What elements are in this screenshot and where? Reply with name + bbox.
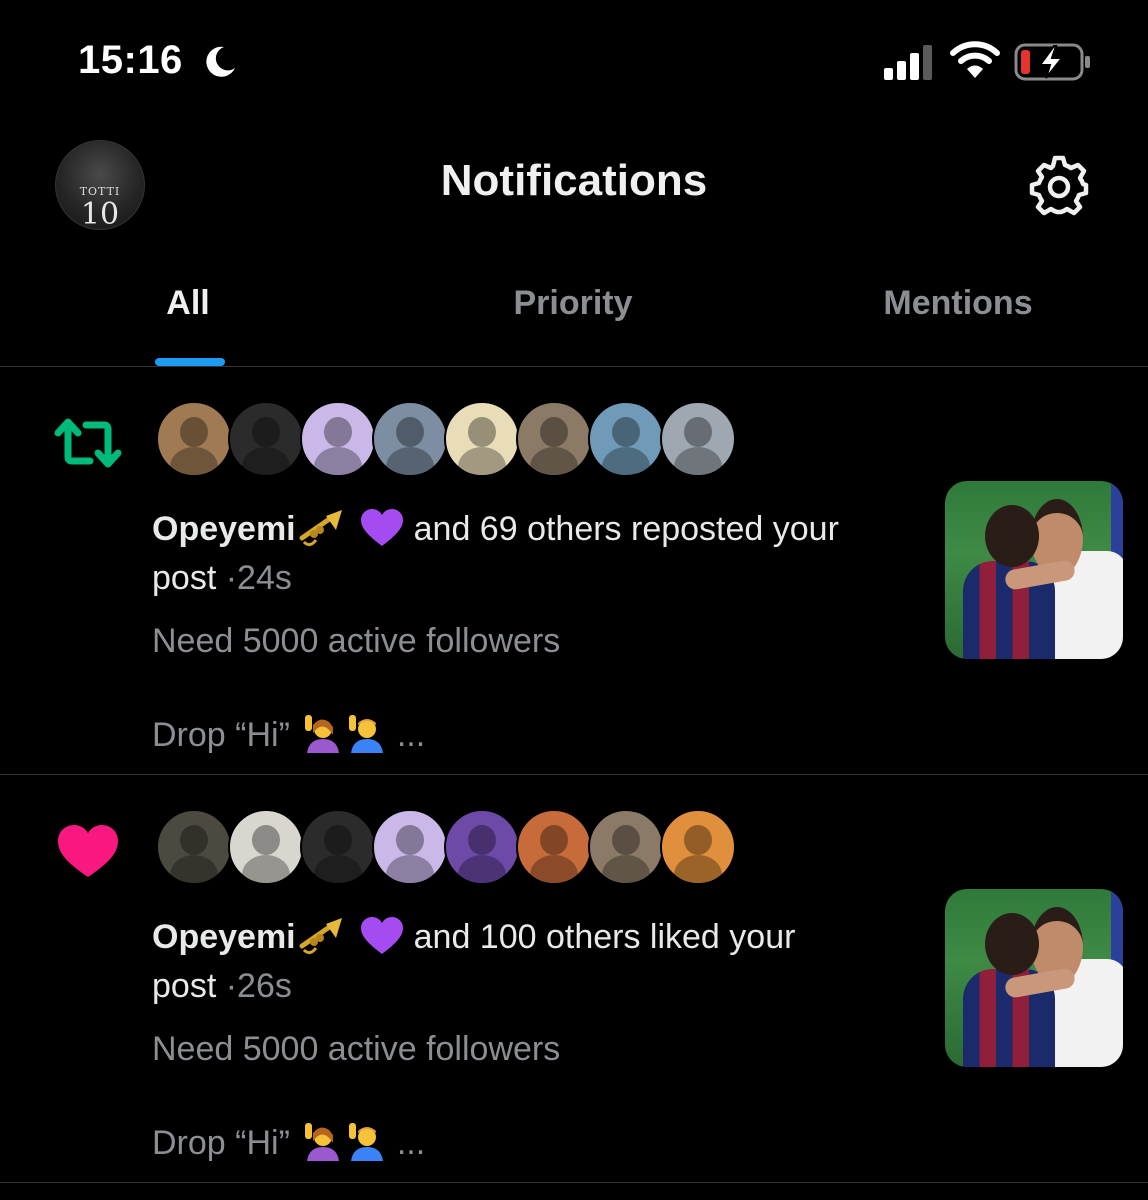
trumpet-icon [299, 918, 342, 955]
actor-name[interactable]: Opeyemi [152, 918, 296, 956]
notification-text: Opeyemi and 69 others reposted your post… [152, 505, 922, 602]
actor-name[interactable]: Opeyemi [152, 510, 296, 548]
actor-avatar[interactable] [228, 401, 304, 477]
woman-raising-hand-icon [305, 715, 340, 754]
post-thumbnail[interactable] [945, 889, 1123, 1067]
man-raising-hand-icon [349, 1123, 384, 1162]
tab-all[interactable]: All [120, 284, 256, 323]
actor-avatar[interactable] [660, 401, 736, 477]
tab-bar: All Priority Mentions [0, 262, 1148, 367]
post-preview-line-1: Need 5000 active followers [152, 622, 561, 660]
notification-text: Opeyemi and 100 others liked your post ·… [152, 913, 922, 1010]
actor-avatar[interactable] [444, 401, 520, 477]
heart-icon [58, 825, 118, 877]
post-preview[interactable]: Need 5000 active followers Drop “Hi” ... [152, 617, 922, 761]
time-separator: · [225, 559, 238, 598]
header: TOTTI 10 Notifications [0, 130, 1148, 240]
time-separator: · [225, 967, 238, 1006]
notification-action: and 100 others liked your [413, 918, 796, 956]
page-title: Notifications [440, 156, 708, 205]
actor-avatar[interactable] [588, 809, 664, 885]
post-preview[interactable]: Need 5000 active followers Drop “Hi” ... [152, 1025, 922, 1169]
battery-charging-icon [1014, 43, 1090, 81]
actor-avatar[interactable] [660, 809, 736, 885]
notification-time: 26s [237, 967, 292, 1006]
post-preview-line-1: Need 5000 active followers [152, 1030, 561, 1068]
actor-avatar[interactable] [588, 401, 664, 477]
trumpet-icon [299, 510, 342, 547]
post-preview-ellipsis: ... [396, 1124, 426, 1162]
post-preview-line-2: Drop “Hi” ... [152, 711, 922, 761]
notification-action-end: post [152, 967, 217, 1006]
post-preview-line-2: Drop “Hi” ... [152, 1119, 922, 1169]
wifi-icon [950, 41, 1000, 78]
actor-avatar[interactable] [300, 401, 376, 477]
repost-icon [54, 418, 122, 468]
post-thumbnail[interactable] [945, 481, 1123, 659]
notification-time: 24s [237, 559, 292, 598]
post-preview-line-2-text: Drop “Hi” [152, 716, 290, 754]
status-time: 15:16 [78, 38, 183, 82]
actor-avatar[interactable] [156, 401, 232, 477]
tab-mentions[interactable]: Mentions [852, 284, 1064, 323]
man-raising-hand-icon [349, 715, 384, 754]
signal-icon [884, 45, 932, 80]
actor-avatar[interactable] [156, 809, 232, 885]
gear-icon[interactable] [1028, 154, 1090, 216]
actor-avatar[interactable] [228, 809, 304, 885]
actor-avatar[interactable] [372, 401, 448, 477]
active-tab-indicator [155, 358, 225, 366]
actor-avatar[interactable] [444, 809, 520, 885]
notification-item[interactable]: Opeyemi and 100 others liked your post ·… [0, 775, 1148, 1183]
purple-heart-icon [360, 509, 403, 547]
tab-priority[interactable]: Priority [460, 284, 686, 323]
notification-item[interactable]: Opeyemi and 69 others reposted your post… [0, 367, 1148, 775]
notification-action: and 69 others reposted your [413, 510, 839, 548]
actor-avatar[interactable] [516, 401, 592, 477]
actor-avatar[interactable] [300, 809, 376, 885]
post-preview-ellipsis: ... [396, 716, 426, 754]
status-bar: 15:16 [0, 0, 1148, 120]
woman-raising-hand-icon [305, 1123, 340, 1162]
actor-avatar[interactable] [516, 809, 592, 885]
post-preview-line-2-text: Drop “Hi” [152, 1124, 290, 1162]
purple-heart-icon [360, 917, 403, 955]
moon-icon [206, 46, 235, 77]
actor-avatar[interactable] [372, 809, 448, 885]
notification-action-end: post [152, 559, 217, 598]
